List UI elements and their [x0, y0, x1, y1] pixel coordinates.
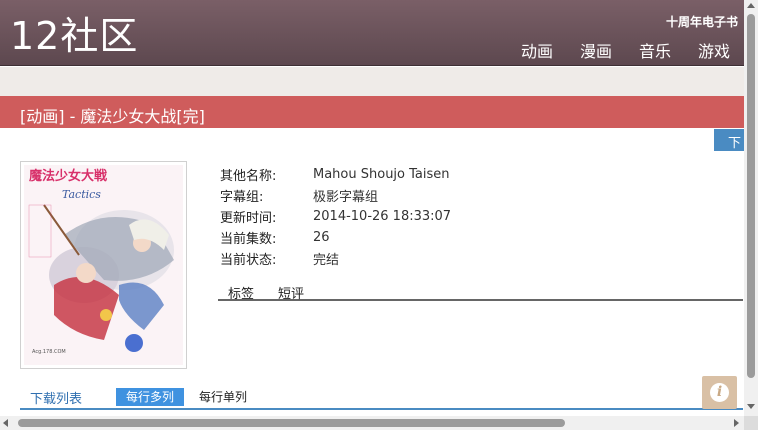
- site-logo[interactable]: 12社区: [10, 14, 138, 58]
- info-label: 字幕组:: [220, 190, 264, 205]
- anime-info: 其他名称: Mahou Shoujo Taisen 字幕组: 极影字幕组 更新时…: [220, 164, 451, 269]
- info-label: 当前状态:: [220, 253, 277, 268]
- anniversary-ebook-link[interactable]: 十周年电子书: [666, 13, 738, 30]
- download-list-title[interactable]: 下载列表: [30, 388, 82, 407]
- cover-subtitle-art: Tactics: [62, 188, 101, 201]
- info-label: 当前集数:: [220, 232, 277, 247]
- download-button[interactable]: 下: [714, 129, 744, 151]
- horizontal-scroll-thumb[interactable]: [18, 419, 565, 427]
- info-icon: i: [710, 383, 729, 402]
- scroll-right-arrow-icon[interactable]: [734, 419, 739, 427]
- nav-anime[interactable]: 动画: [521, 38, 553, 62]
- info-row-status: 当前状态: 完结: [220, 248, 451, 269]
- nav-games[interactable]: 游戏: [698, 38, 730, 62]
- cover-art: 魔法少女大戦 Tactics Acg.178.COM: [24, 165, 183, 365]
- multi-column-option[interactable]: 每行多列: [116, 388, 185, 406]
- tab-reviews[interactable]: 短评: [278, 283, 304, 302]
- svg-text:Acg.178.COM: Acg.178.COM: [32, 349, 66, 355]
- info-value: 完结: [313, 253, 340, 268]
- scrollbar-corner: [744, 416, 758, 430]
- vertical-scrollbar[interactable]: [744, 0, 758, 416]
- info-row-episodes: 当前集数: 26: [220, 227, 451, 248]
- scroll-left-arrow-icon[interactable]: [3, 419, 8, 427]
- info-value: 极影字幕组: [313, 190, 379, 205]
- info-value: 2014-10-26 18:33:07: [313, 209, 452, 224]
- cover-title-art: 魔法少女大戦: [29, 168, 108, 184]
- download-list-bar: 下载列表 每行多列 每行单列: [20, 386, 743, 410]
- info-row-alt-name: 其他名称: Mahou Shoujo Taisen: [220, 164, 451, 185]
- detail-tabs: 标签 短评: [218, 282, 743, 302]
- nav-manga[interactable]: 漫画: [580, 38, 612, 62]
- nav-music[interactable]: 音乐: [639, 38, 671, 62]
- scroll-down-arrow-icon[interactable]: [747, 404, 755, 409]
- vertical-scroll-thumb[interactable]: [747, 14, 755, 378]
- info-label: 更新时间:: [220, 211, 277, 226]
- sub-header-strip: [0, 67, 744, 96]
- scroll-up-arrow-icon[interactable]: [747, 3, 755, 8]
- cover-image: 魔法少女大戦 Tactics Acg.178.COM: [20, 161, 187, 369]
- info-value: 26: [313, 230, 330, 245]
- single-column-option[interactable]: 每行单列: [199, 388, 247, 406]
- info-value: Mahou Shoujo Taisen: [313, 167, 450, 182]
- page-title: [动画] - 魔法少女大战[完]: [20, 107, 205, 126]
- info-label: 其他名称:: [220, 169, 277, 184]
- horizontal-scrollbar[interactable]: [0, 416, 744, 430]
- tab-tags[interactable]: 标签: [228, 283, 254, 302]
- site-header: 12社区 十周年电子书 动画 漫画 音乐 游戏: [0, 0, 744, 66]
- info-button[interactable]: i: [702, 376, 737, 409]
- page-title-bar: [动画] - 魔法少女大战[完]: [0, 96, 744, 128]
- info-row-updated: 更新时间: 2014-10-26 18:33:07: [220, 206, 451, 227]
- info-row-subgroup: 字幕组: 极影字幕组: [220, 185, 451, 206]
- main-nav: 动画 漫画 音乐 游戏: [521, 38, 730, 62]
